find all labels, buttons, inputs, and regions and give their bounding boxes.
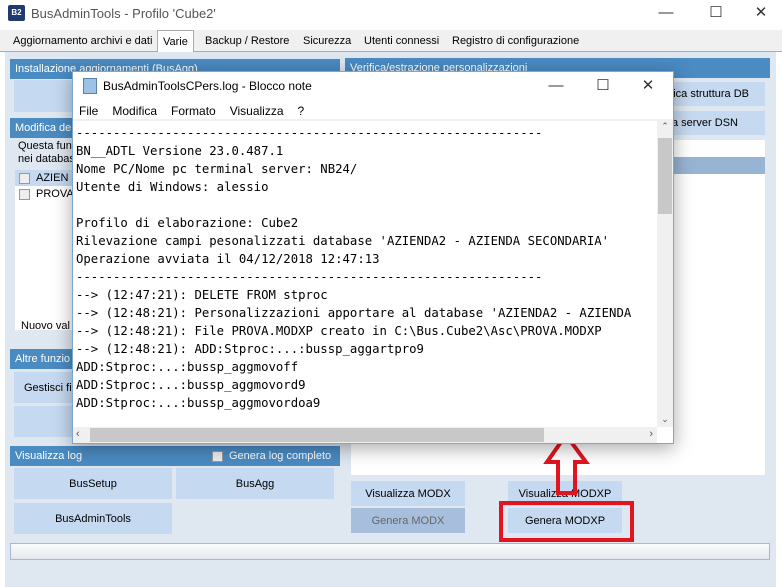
- log-line: --> (12:48:21): ADD:Stproc:...:bussp_agg…: [76, 342, 424, 356]
- scroll-left-icon[interactable]: ‹: [76, 428, 80, 440]
- checkbox[interactable]: [212, 450, 223, 462]
- app-logo-icon: B2: [8, 5, 25, 21]
- scroll-down-icon[interactable]: ⌄: [657, 414, 673, 425]
- notepad-window: BusAdminToolsCPers.log - Blocco note — ☐…: [72, 71, 674, 444]
- scroll-thumb[interactable]: [658, 138, 672, 214]
- tab-backup[interactable]: Backup / Restore: [200, 32, 294, 51]
- checkbox[interactable]: [19, 188, 30, 200]
- tab-varie[interactable]: Varie: [157, 30, 194, 52]
- notepad-close-button[interactable]: ✕: [628, 75, 668, 97]
- tab-utenti[interactable]: Utenti connessi: [359, 32, 444, 51]
- log-header: Visualizza log Genera log completo: [10, 446, 340, 466]
- log-line: ADD:Stproc:...:bussp_aggmovoff: [76, 360, 299, 374]
- log-line: Rilevazione campi pesonalizzati database…: [76, 234, 610, 248]
- log-line: ----------------------------------------…: [76, 270, 543, 284]
- modifica-description: Questa fun nei databas: [18, 140, 75, 166]
- bussetup-button[interactable]: BusSetup: [14, 468, 172, 499]
- notepad-menu-bar: File Modifica Formato Visualizza?: [79, 104, 318, 118]
- title-bar: B2 BusAdminTools - Profilo 'Cube2' — ☐ ✕: [0, 0, 782, 28]
- tab-sicurezza[interactable]: Sicurezza: [298, 32, 356, 51]
- log-line: --> (12:47:21): DELETE FROM stproc: [76, 288, 328, 302]
- notepad-text-area[interactable]: ----------------------------------------…: [76, 122, 658, 428]
- scroll-up-icon[interactable]: ⌃: [657, 121, 673, 132]
- notepad-maximize-button[interactable]: ☐: [583, 75, 623, 97]
- close-button[interactable]: ✕: [741, 2, 781, 24]
- log-line: --> (12:48:21): File PROVA.MODXP creato …: [76, 324, 602, 338]
- log-line: ADD:Stproc:...:bussp_aggmovordoa9: [76, 396, 321, 410]
- genera-modx-button[interactable]: Genera MODX: [351, 508, 465, 533]
- visualizza-modx-button[interactable]: Visualizza MODX: [351, 481, 465, 506]
- window-title: BusAdminTools - Profilo 'Cube2': [31, 6, 216, 21]
- menu-formato[interactable]: Formato: [171, 104, 216, 118]
- notepad-title: BusAdminToolsCPers.log - Blocco note: [103, 79, 312, 93]
- list-item-label: PROVA: [36, 188, 74, 200]
- log-full-checkbox[interactable]: Genera log completo: [212, 446, 331, 466]
- hscroll-thumb[interactable]: [90, 428, 544, 442]
- log-line: BN__ADTL Versione 23.0.487.1: [76, 144, 284, 158]
- log-line: ----------------------------------------…: [76, 126, 543, 140]
- log-line: Nome PC/Nome pc terminal server: NB24/: [76, 162, 358, 176]
- menu-visualizza[interactable]: Visualizza: [230, 104, 284, 118]
- busagg-button[interactable]: BusAgg: [176, 468, 334, 499]
- log-line: --> (12:48:21): Personalizzazioni apport…: [76, 306, 632, 320]
- log-header-label: Visualizza log: [15, 450, 83, 462]
- list-item-label: AZIEN: [36, 172, 69, 184]
- log-line: Profilo di elaborazione: Cube2: [76, 216, 299, 230]
- checkbox[interactable]: [19, 172, 30, 184]
- highlight-box: [499, 501, 634, 542]
- scroll-right-icon[interactable]: ›: [649, 428, 653, 440]
- maximize-button[interactable]: ☐: [696, 2, 736, 24]
- desc-line: Questa fun: [18, 140, 72, 152]
- desc-line: nei databas: [18, 153, 75, 165]
- menu-help[interactable]: ?: [298, 104, 305, 118]
- vertical-scrollbar[interactable]: ⌃ ⌄: [657, 121, 673, 427]
- log-line: Utente di Windows: alessio: [76, 180, 269, 194]
- notepad-icon: [83, 78, 97, 94]
- menu-file[interactable]: File: [79, 104, 98, 118]
- progress-bar: [10, 543, 770, 560]
- menu-modifica[interactable]: Modifica: [112, 104, 157, 118]
- tab-bar: Aggiornamento archivi e dati Varie Backu…: [0, 30, 782, 52]
- log-line: ADD:Stproc:...:bussp_aggmovord9: [76, 378, 306, 392]
- divider: [73, 119, 673, 121]
- nuovo-valore-label: Nuovo val: [21, 320, 70, 332]
- minimize-button[interactable]: —: [646, 2, 686, 24]
- log-full-label: Genera log completo: [229, 450, 332, 462]
- busadmintools-button[interactable]: BusAdminTools: [14, 503, 172, 534]
- tab-aggiornamento[interactable]: Aggiornamento archivi e dati: [8, 32, 157, 51]
- tab-registro[interactable]: Registro di configurazione: [447, 32, 584, 51]
- notepad-minimize-button[interactable]: —: [536, 75, 576, 97]
- log-line: Operazione avviata il 04/12/2018 12:47:1…: [76, 252, 380, 266]
- horizontal-scrollbar[interactable]: ‹ ›: [73, 427, 657, 443]
